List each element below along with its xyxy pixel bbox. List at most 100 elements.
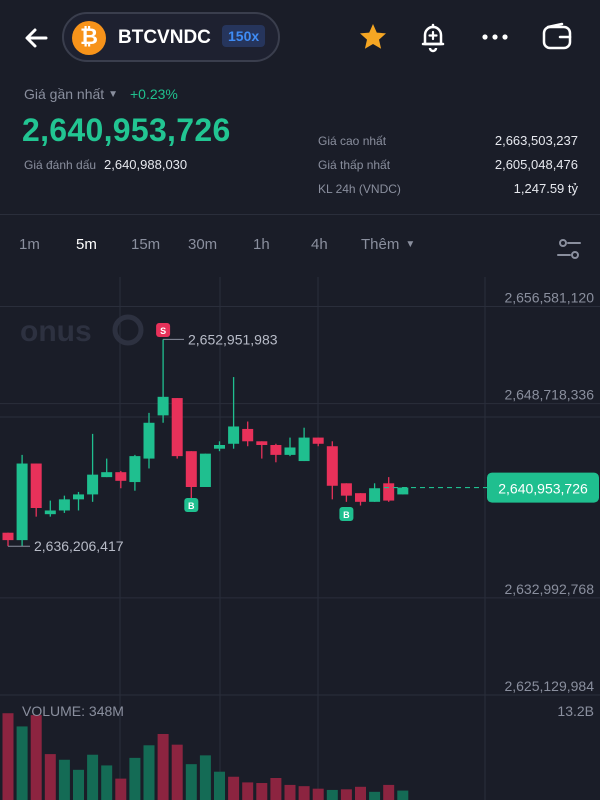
volume-bar <box>2 713 14 800</box>
candle-body <box>73 494 84 500</box>
candle-body <box>16 463 28 541</box>
volume-bar <box>87 754 99 800</box>
mark-price-label: Giá đánh dấu <box>24 158 97 172</box>
candle-body <box>171 398 183 457</box>
candle-body <box>87 474 99 495</box>
volume-bar <box>355 786 366 800</box>
candle-body <box>298 437 310 462</box>
candle-body <box>270 445 282 455</box>
volume-bar <box>228 776 240 800</box>
volume-bar <box>326 789 338 800</box>
volume-bar <box>143 745 155 800</box>
high-label: Giá cao nhất <box>318 134 387 148</box>
high-marker-label: 2,652,951,983 <box>188 331 278 347</box>
wallet-icon[interactable] <box>540 20 574 54</box>
volume-bar <box>16 726 28 800</box>
volume-bar <box>369 791 381 800</box>
volume-bar <box>397 790 409 800</box>
price-summary: Giá gần nhất ▼ +0.23% 2,640,953,726 Giá đ… <box>0 76 600 214</box>
chart-settings-icon[interactable] <box>556 236 582 262</box>
candle-body <box>228 426 240 444</box>
volume-label: VOLUME: 348M <box>22 703 124 719</box>
watermark-logo: onus <box>20 315 92 348</box>
volume-bar <box>256 783 268 800</box>
candle-body <box>214 445 225 449</box>
more-label: Thêm <box>361 236 400 253</box>
back-arrow-icon[interactable] <box>20 22 52 54</box>
candle-body <box>383 483 395 501</box>
mark-price: 2,640,988,030 <box>104 157 188 172</box>
more-timeframes-dropdown[interactable]: Thêm ▼ <box>361 236 415 253</box>
last-price-selector[interactable]: Giá gần nhất ▼ <box>24 86 118 102</box>
candle-body <box>58 499 70 511</box>
volume-24h-label: KL 24h (VNDC) <box>318 182 401 196</box>
candle-body <box>30 463 42 508</box>
volume-bar <box>58 759 70 800</box>
candle-body <box>2 532 14 541</box>
volume-bar <box>129 757 141 800</box>
pair-selector[interactable]: ₿ BTCVNDC 150x <box>62 12 280 62</box>
tab-30m[interactable]: 30m <box>188 236 217 253</box>
volume-max-label: 13.2B <box>557 703 594 719</box>
volume-bar <box>298 786 310 800</box>
volume-bar <box>115 778 127 800</box>
pair-name: BTCVNDC <box>118 27 211 48</box>
candle-body <box>256 441 268 445</box>
sell-badge-label: S <box>160 326 166 336</box>
last-price-label: Giá gần nhất <box>24 86 105 102</box>
candlestick-chart: onus 2,656,581,120 2,648,718,336 2,632,992… <box>0 277 600 800</box>
candle-body <box>185 451 197 487</box>
volume-24h-value: 1,247.59 tỷ <box>513 181 578 196</box>
more-icon[interactable] <box>478 20 512 54</box>
candle-body <box>340 483 352 496</box>
tab-4h[interactable]: 4h <box>311 236 328 253</box>
tab-15m[interactable]: 15m <box>131 236 160 253</box>
star-icon[interactable] <box>356 20 390 54</box>
volume-bar <box>101 765 113 800</box>
buy-badge-label: B <box>343 510 350 520</box>
tab-1m[interactable]: 1m <box>19 236 40 253</box>
tab-1h[interactable]: 1h <box>253 236 270 253</box>
candle-body <box>312 437 324 444</box>
high-value: 2,663,503,237 <box>494 133 578 148</box>
volume-bar <box>340 789 352 800</box>
tab-5m[interactable]: 5m <box>76 236 97 253</box>
leverage-badge: 150x <box>222 25 266 47</box>
candle-body <box>355 493 366 502</box>
low-marker-label: 2,636,206,417 <box>34 538 124 554</box>
volume-bar <box>199 755 211 800</box>
watermark-icon <box>112 314 144 346</box>
volume-bar <box>30 715 42 800</box>
volume-bar <box>157 733 169 800</box>
buy-badge-label: B <box>188 501 195 511</box>
candle-body <box>44 510 56 515</box>
candle-body <box>326 446 338 486</box>
caret-down-icon: ▼ <box>405 239 416 250</box>
candle-body <box>284 447 296 455</box>
volume-bar <box>214 771 225 800</box>
y-axis-label: 2,656,581,120 <box>504 290 594 306</box>
price-chart[interactable]: onus 2,656,581,120 2,648,718,336 2,632,992… <box>0 277 600 800</box>
y-axis-label: 2,648,718,336 <box>504 387 594 403</box>
candle-body <box>242 428 254 442</box>
low-value: 2,605,048,476 <box>494 157 578 172</box>
candle-body <box>369 488 381 502</box>
current-price-label: 2,640,953,726 <box>498 481 588 497</box>
volume-bar <box>284 784 296 800</box>
candle-body <box>397 487 409 495</box>
candle-body <box>101 472 113 478</box>
y-axis-label: 2,632,992,768 <box>504 581 594 597</box>
price-change: +0.23% <box>130 86 178 102</box>
bitcoin-icon: ₿ <box>72 21 106 55</box>
candle-body <box>129 456 141 483</box>
bell-add-icon[interactable] <box>416 20 450 54</box>
volume-bar <box>242 782 254 800</box>
volume-bar <box>171 744 183 800</box>
volume-bar <box>270 777 282 800</box>
volume-bar <box>312 788 324 800</box>
low-label: Giá thấp nhất <box>318 158 391 172</box>
volume-bar <box>73 769 84 800</box>
volume-bar <box>185 764 197 800</box>
caret-down-icon: ▼ <box>108 89 119 100</box>
last-price: 2,640,953,726 <box>22 112 231 148</box>
